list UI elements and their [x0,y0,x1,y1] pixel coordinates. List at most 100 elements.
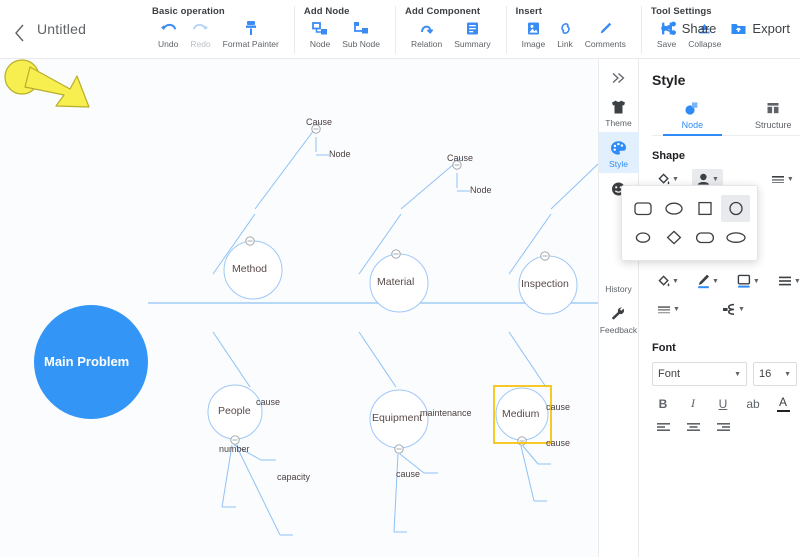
shape-option-ellipse-small[interactable] [629,224,658,251]
leaf-label-people-cause[interactable]: cause [256,397,280,407]
insert-comments-button[interactable]: Comments [579,19,632,49]
group-title: Basic operation [152,6,225,17]
node-circle-medium [495,387,549,441]
app-root: Untitled Basic operation Undo Redo Forma… [0,0,800,557]
undo-arrow-icon [160,19,177,37]
branch-inspection-up [550,163,598,210]
fill-color-button[interactable]: ▼ [652,271,683,292]
panel-collapse-button[interactable] [599,65,638,91]
insert-image-button[interactable]: Image [516,19,552,49]
shape-option-circle[interactable] [721,195,750,222]
leaf-label-people-number[interactable]: number [219,444,250,454]
diagram-canvas[interactable]: Main Problem Method Material Inspection … [0,59,598,557]
shape-option-ellipse-wide[interactable] [660,195,689,222]
format-row-1: ▼ ▼ ▼ ▼ [652,270,800,292]
shape-option-oval-wide[interactable] [721,224,750,251]
document-title[interactable]: Untitled [37,21,86,37]
share-button[interactable]: Share [660,21,716,36]
back-button[interactable] [8,22,30,44]
branch-style-button[interactable]: ▼ [717,299,749,320]
shape-option-rounded-rectangle[interactable] [629,195,658,222]
align-left-button[interactable] [652,418,674,437]
line-style-dropdown[interactable]: ▼ [766,170,798,190]
text-color-letter: A [778,394,787,409]
sidebar-item-feedback[interactable]: Feedback [599,298,639,339]
leaf-label-medium-cause-1[interactable]: cause [546,402,570,412]
add-subnode-button[interactable]: Sub Node [336,19,386,49]
pen-color-button[interactable]: ▼ [692,270,723,292]
chevron-down-icon: ▼ [672,176,679,183]
summary-button[interactable]: Summary [448,19,496,49]
insert-image-label: Image [521,39,546,49]
chevron-down-icon: ▼ [711,176,719,183]
align-right-button[interactable] [712,418,734,437]
group-title: Add Component [405,6,481,17]
text-color-button[interactable]: A [772,394,794,413]
panel-body: Style Node Structure Shape ▼ ▼ ▼ ▼ ▼ ▼ ▼… [621,59,800,557]
font-controls-row: Font ▼ 16 ▼ [652,362,800,386]
node-circle-people [207,384,263,440]
text-align-row [652,418,800,437]
leaf-label-equipment-maintenance[interactable]: maintenance [420,408,472,418]
panel-tabs: Node Structure [652,100,800,136]
collapse-label: Collapse [688,39,722,49]
export-label: Export [752,21,790,36]
add-node-button[interactable]: Node [304,19,336,49]
shape-picker-popup[interactable] [621,185,758,261]
share-nodes-icon [660,21,677,36]
sidebar-label-style: Style [609,159,628,169]
node-shape-icon [684,100,700,117]
branch-material-cause [400,157,462,210]
font-family-select[interactable]: Font ▼ [652,362,747,386]
leaf-label-node-1[interactable]: Node [329,149,351,159]
leaf-label-cause-2[interactable]: Cause [447,153,473,163]
structure-grid-icon [765,100,781,117]
relation-button[interactable]: Relation [405,19,448,49]
dash-style-button[interactable]: ▼ [652,300,684,320]
leaf-label-equipment-cause[interactable]: cause [396,469,420,479]
sidebar-item-history[interactable]: History [599,276,639,298]
border-style-button[interactable]: ▼ [732,270,764,292]
branch-method-cause [254,121,321,210]
toolbar-group-add-component: Add Component Relation Summary [395,6,506,54]
insert-link-button[interactable]: Link [551,19,579,49]
tab-node[interactable]: Node [652,100,733,136]
tab-structure-label: Structure [755,120,792,130]
tab-structure[interactable]: Structure [733,100,800,135]
redo-arrow-icon [192,19,209,37]
chevron-down-icon: ▼ [711,277,719,285]
underline-button[interactable]: U [712,394,734,413]
strikethrough-button[interactable]: ab [742,394,764,413]
leaf-label-medium-cause-2[interactable]: cause [546,438,570,448]
sidebar-item-theme[interactable]: Theme [599,91,639,132]
pen-icon [696,273,711,289]
insert-comments-label: Comments [584,39,626,49]
undo-button[interactable]: Undo [152,19,184,49]
summary-label: Summary [454,39,491,49]
redo-button[interactable]: Redo [184,19,216,49]
export-button[interactable]: Export [730,21,790,36]
leaf-line-equipment-cause [393,453,399,533]
shape-option-diamond[interactable] [660,224,689,251]
font-size-select[interactable]: 16 ▼ [753,362,797,386]
leaf-label-cause-1[interactable]: Cause [306,117,332,127]
shape-option-square[interactable] [691,195,720,222]
shape-option-stadium[interactable] [691,224,720,251]
fishbone-diagram-svg [34,121,598,536]
sidebar-item-style[interactable]: Style [598,132,639,173]
bold-button[interactable]: B [652,394,674,413]
add-subnode-label: Sub Node [342,39,381,49]
line-weight-button[interactable]: ▼ [773,271,800,291]
rib-medium [508,331,547,388]
wrench-icon [610,304,627,323]
format-row-2: ▼ ▼ [652,299,800,320]
leaf-label-people-capacity[interactable]: capacity [277,472,310,482]
align-center-button[interactable] [682,418,704,437]
toolbar-group-add-node: Add Node Node Sub Node [293,6,395,54]
italic-button[interactable]: I [682,394,704,413]
shape-section-title: Shape [652,150,686,162]
toolbar-group-basic-operation: Basic operation Undo Redo Format Painter [143,6,294,54]
node-circle-inspection [518,255,578,315]
format-painter-button[interactable]: Format Painter [217,19,285,49]
leaf-label-node-2[interactable]: Node [470,185,492,195]
